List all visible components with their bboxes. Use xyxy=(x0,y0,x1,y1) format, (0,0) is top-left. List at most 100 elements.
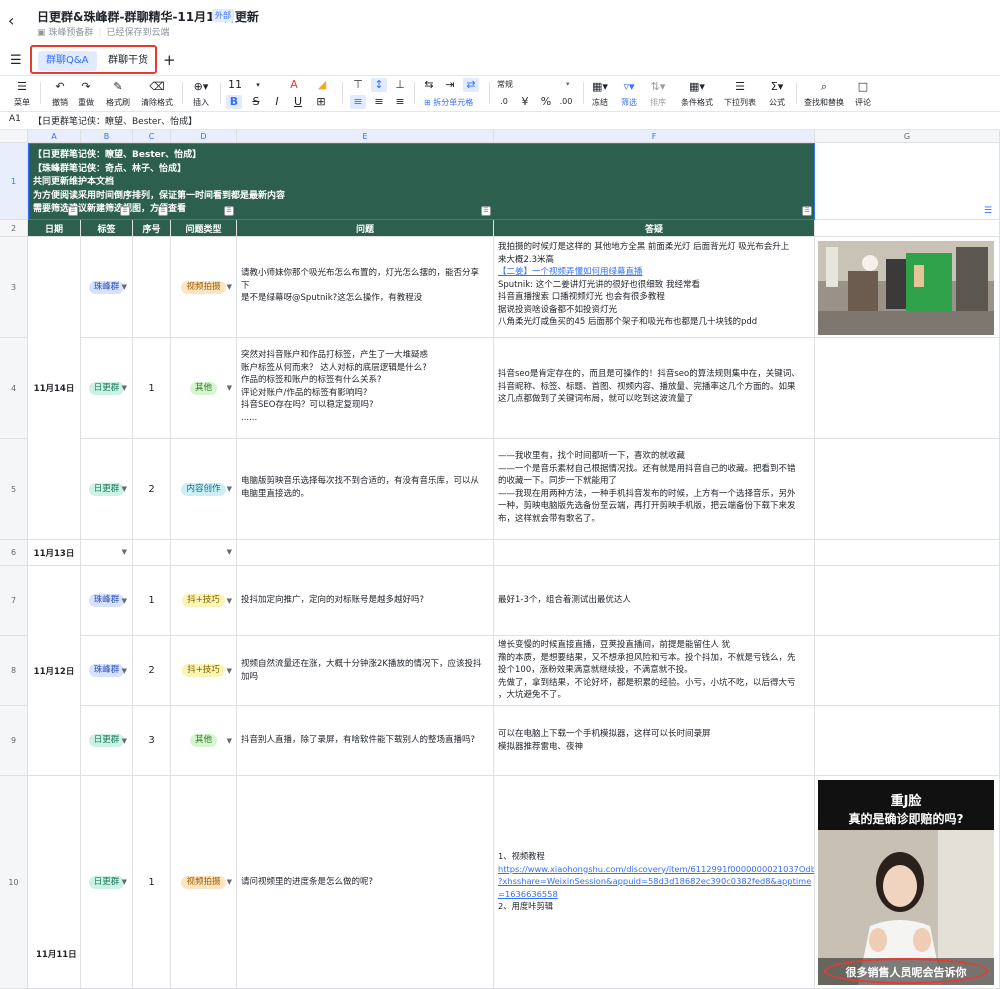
border-icon[interactable]: ⊞ xyxy=(313,95,329,109)
header-question[interactable]: 问题 xyxy=(237,220,494,237)
cell[interactable] xyxy=(815,540,1000,566)
cell[interactable] xyxy=(815,566,1000,636)
conditional-format-button[interactable]: ▦▾ 条件格式 xyxy=(678,80,716,108)
chevron-down-icon[interactable]: ▾ xyxy=(250,78,266,92)
type-cell[interactable]: 视频拍摄 ▼ xyxy=(171,776,237,989)
column-header[interactable]: E xyxy=(237,130,494,143)
type-cell[interactable]: ▼ xyxy=(171,540,237,566)
image-cell[interactable]: 重J脸 真的是确诊即赔的吗? 很多销售人员呢会告诉你 xyxy=(815,776,1000,989)
find-replace-button[interactable]: ⌕ 查找和替换 xyxy=(801,80,847,108)
redo-button[interactable]: ↷ 重做 xyxy=(74,80,98,108)
font-color-icon[interactable]: A xyxy=(286,78,302,92)
question-cell[interactable]: 视频自然流量还在涨，大概十分钟涨2K播放的情况下，应该投抖 加吗 xyxy=(237,636,494,706)
row-header[interactable]: 1 xyxy=(0,143,28,220)
type-cell[interactable]: 抖+技巧 ▼ xyxy=(171,636,237,706)
strikethrough-icon[interactable]: S xyxy=(248,95,264,109)
tag-cell[interactable]: 日更群 ▼ xyxy=(81,706,133,776)
layers-icon[interactable]: ☰ xyxy=(10,53,22,68)
tab-group-tips[interactable]: 群聊干货 xyxy=(100,51,156,71)
tag-cell[interactable]: 珠峰群 ▼ xyxy=(81,566,133,636)
question-cell[interactable]: 抖音别人直播，除了录屏，有啥软件能下载别人的整场直播吗? xyxy=(237,706,494,776)
row-header[interactable]: 5 xyxy=(0,439,28,540)
filter-icon[interactable]: ☰ xyxy=(120,206,130,216)
chevron-down-icon[interactable]: ▼ xyxy=(227,283,232,291)
wrap-icon[interactable]: ⇆ xyxy=(421,78,437,92)
align-top-icon[interactable]: ⊤ xyxy=(350,78,366,92)
column-header[interactable]: B xyxy=(81,130,133,143)
column-header[interactable]: G xyxy=(815,130,1000,143)
chevron-down-icon[interactable]: ▼ xyxy=(227,485,232,493)
date-cell[interactable]: 11月12日 xyxy=(28,566,81,776)
header-tag[interactable]: 标签 xyxy=(81,220,133,237)
date-cell[interactable]: 11月14日 xyxy=(28,237,81,540)
row-header[interactable]: 4 xyxy=(0,338,28,439)
underline-icon[interactable]: U xyxy=(290,95,306,109)
menu-button[interactable]: ☰ 菜单 xyxy=(10,80,34,108)
overflow-icon[interactable]: ⇥ xyxy=(442,78,458,92)
video-thumbnail[interactable]: 重J脸 真的是确诊即赔的吗? 很多销售人员呢会告诉你 xyxy=(818,780,994,985)
row-header[interactable]: 2 xyxy=(0,220,28,237)
corner-cell[interactable] xyxy=(0,130,28,143)
tag-cell[interactable]: 日更群 ▼ xyxy=(81,439,133,540)
chevron-down-icon[interactable]: ▾ xyxy=(566,80,570,88)
chevron-down-icon[interactable]: ▼ xyxy=(227,597,232,605)
chevron-down-icon[interactable]: ▼ xyxy=(122,548,127,556)
answer-cell[interactable]: 1、视频教程 https://www.xiaohongshu.com/discov… xyxy=(494,776,815,989)
date-cell[interactable]: 11月11日 xyxy=(28,776,81,989)
tag-cell[interactable]: 日更群 ▼ xyxy=(81,338,133,439)
filter-icon[interactable]: ☰ xyxy=(224,206,234,216)
row-header[interactable]: 10 xyxy=(0,776,28,989)
chevron-down-icon[interactable]: ▼ xyxy=(122,878,127,886)
question-cell[interactable]: 突然对抖音账户和作品打标签，产生了一大堆疑惑 账户标签从何而来？ 达人对标的底层逻… xyxy=(237,338,494,439)
answer-cell[interactable]: 抖音seo是肯定存在的，而且是可操作的！抖音seo的算法规则集中在，关键词、 抖音… xyxy=(494,338,815,439)
row-header[interactable]: 3 xyxy=(0,237,28,338)
filter-icon[interactable]: ☰ xyxy=(68,206,78,216)
question-cell[interactable]: 电脑版剪映音乐选择每次找不到合适的，有没有音乐库，可以从 电脑里直接选的。 xyxy=(237,439,494,540)
row-header[interactable]: 6 xyxy=(0,540,28,566)
seq-cell[interactable]: 1 xyxy=(133,566,171,636)
cell[interactable] xyxy=(815,636,1000,706)
seq-cell[interactable]: 3 xyxy=(133,706,171,776)
freeze-button[interactable]: ▦▾ 冻结 xyxy=(588,80,612,108)
seq-cell[interactable]: 1 xyxy=(133,338,171,439)
answer-cell[interactable]: ——我收里有，找个时间都听一下，喜欢的就收藏 ——一个是音乐素材自己根据情况找。还… xyxy=(494,439,815,540)
chevron-down-icon[interactable]: ▼ xyxy=(122,667,127,675)
bold-icon[interactable]: B xyxy=(226,95,242,109)
intro-cell[interactable]: 【日更群笔记侠：瞭望、Bester、怡成】 【珠峰群笔记侠：奇点、林子、怡成】 … xyxy=(28,143,815,220)
seq-cell[interactable] xyxy=(133,237,171,338)
back-arrow-icon[interactable]: ‹ xyxy=(8,12,26,30)
add-sheet-icon[interactable]: + xyxy=(163,51,176,69)
star-icon[interactable]: ☆ xyxy=(238,8,249,22)
chevron-down-icon[interactable]: ▼ xyxy=(122,597,127,605)
align-center-icon[interactable]: ≡ xyxy=(371,95,387,109)
seq-cell[interactable] xyxy=(133,540,171,566)
answer-cell[interactable] xyxy=(494,540,815,566)
chevron-down-icon[interactable]: ▼ xyxy=(122,283,127,291)
tag-cell[interactable]: 珠峰群 ▼ xyxy=(81,237,133,338)
filter-icon[interactable]: ☰ xyxy=(802,206,812,216)
row-header[interactable]: 7 xyxy=(0,566,28,636)
chevron-down-icon[interactable]: ▼ xyxy=(227,548,232,556)
folder-name[interactable]: 珠峰预备群 xyxy=(48,28,93,38)
type-cell[interactable]: 其他 ▼ xyxy=(171,706,237,776)
currency-button[interactable]: ¥ xyxy=(517,95,533,109)
tab-group-qa[interactable]: 群聊Q&A xyxy=(38,51,97,71)
column-header[interactable]: D xyxy=(171,130,237,143)
spreadsheet-grid[interactable]: A B C D E F G 1 2 3 4 5 6 7 8 9 10 【日更群笔… xyxy=(0,130,1000,989)
chevron-down-icon[interactable]: ▼ xyxy=(122,384,127,392)
column-header[interactable]: F xyxy=(494,130,815,143)
column-header[interactable]: A xyxy=(28,130,81,143)
type-cell[interactable]: 其他 ▼ xyxy=(171,338,237,439)
type-cell[interactable]: 抖+技巧 ▼ xyxy=(171,566,237,636)
column-header[interactable]: C xyxy=(133,130,171,143)
cell[interactable] xyxy=(815,220,1000,237)
type-cell[interactable]: 内容创作 ▼ xyxy=(171,439,237,540)
filter-active-icon[interactable]: ☰ xyxy=(984,206,992,216)
question-cell[interactable] xyxy=(237,540,494,566)
chevron-down-icon[interactable]: ▼ xyxy=(122,485,127,493)
question-cell[interactable]: 请教小师妹你那个吸光布怎么布置的，灯光怎么摆的，能否分享下是不是绿幕呀@Sput… xyxy=(237,237,494,338)
row-header[interactable]: 8 xyxy=(0,636,28,706)
decrease-decimal-icon[interactable]: .0 xyxy=(496,95,512,109)
video-link[interactable]: 【二姜】一个视频弄懂如何用绿幕直播 xyxy=(498,266,811,279)
comment-button[interactable]: □ 评论 xyxy=(851,80,875,108)
